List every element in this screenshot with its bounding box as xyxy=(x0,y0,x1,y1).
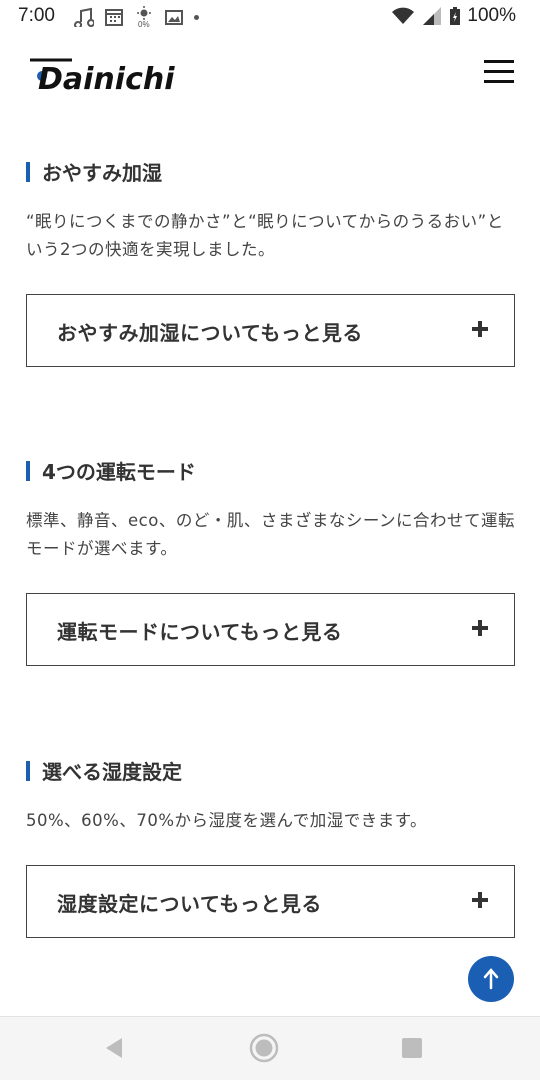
more-button-label: おやすみ加湿についてもっと見る xyxy=(57,321,363,345)
battery-icon xyxy=(450,7,461,25)
section-title-bar xyxy=(26,162,30,182)
more-button-label: 運転モードについてもっと見る xyxy=(57,620,343,644)
photo-icon xyxy=(165,10,183,25)
section-humidity: 選べる湿度設定 50%、60%、70%から湿度を選んで加湿できます。 湿度設定に… xyxy=(26,759,515,938)
battery-percent: 100% xyxy=(467,5,516,26)
home-icon[interactable] xyxy=(249,1033,279,1063)
section-description: 標準、静音、eco、のど・肌、さまざまなシーンに合わせて運転モードが選べます。 xyxy=(26,511,515,558)
svg-text:Dainichi: Dainichi xyxy=(38,62,175,94)
more-button-label: 湿度設定についてもっと見る xyxy=(57,892,322,916)
dot-icon xyxy=(194,14,199,20)
hamburger-menu-icon[interactable] xyxy=(484,60,516,86)
section-modes: 4つの運転モード 標準、静音、eco、のど・肌、さまざまなシーンに合わせて運転モ… xyxy=(26,459,515,666)
plus-icon xyxy=(472,620,488,636)
signal-icon xyxy=(423,7,442,25)
svg-text:0%: 0% xyxy=(138,20,150,28)
notification-icons: 0% xyxy=(74,6,199,28)
system-nav-bar xyxy=(0,1016,540,1080)
music-note-icon xyxy=(74,7,94,27)
calendar-icon xyxy=(105,9,123,26)
site-header: Dainichi xyxy=(0,40,540,110)
weather-icon: 0% xyxy=(137,6,151,28)
status-time: 7:00 xyxy=(18,5,55,26)
plus-icon xyxy=(472,321,488,337)
section-oyasumi: おやすみ加湿 “眠りにつくまでの静かさ”と“眠りについてからのうるおい”という2… xyxy=(26,160,515,367)
recent-apps-icon[interactable] xyxy=(402,1038,422,1058)
more-humidity-button[interactable]: 湿度設定についてもっと見る xyxy=(26,865,515,938)
section-title: おやすみ加湿 xyxy=(26,160,515,186)
more-modes-button[interactable]: 運転モードについてもっと見る xyxy=(26,593,515,666)
plus-icon xyxy=(472,892,488,908)
dainichi-logo[interactable]: Dainichi xyxy=(28,56,203,94)
back-icon[interactable] xyxy=(104,1037,124,1059)
system-icons: 100% xyxy=(391,5,516,27)
section-title: 4つの運転モード xyxy=(26,459,515,485)
section-title-bar xyxy=(26,461,30,481)
section-title: 選べる湿度設定 xyxy=(26,759,515,785)
status-bar: 7:00 0% 100% xyxy=(0,0,540,34)
arrow-up-icon xyxy=(483,968,499,990)
wifi-icon xyxy=(392,7,415,24)
section-description: “眠りにつくまでの静かさ”と“眠りについてからのうるおい”という2つの快適を実現… xyxy=(26,212,504,259)
section-title-bar xyxy=(26,761,30,781)
more-oyasumi-button[interactable]: おやすみ加湿についてもっと見る xyxy=(26,294,515,367)
scroll-to-top-button[interactable] xyxy=(468,956,514,1002)
section-description: 50%、60%、70%から湿度を選んで加湿できます。 xyxy=(26,811,428,830)
